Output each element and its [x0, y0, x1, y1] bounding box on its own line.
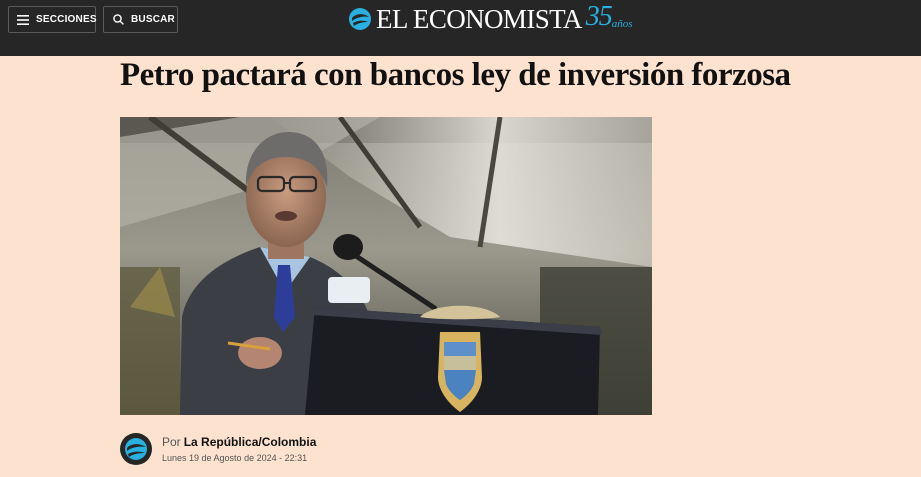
publish-date: Lunes 19 de Agosto de 2024 - 22:31	[162, 453, 308, 463]
search-label: BUSCAR	[131, 14, 175, 25]
logo-wordmark: EL ECONOMISTA	[376, 3, 582, 34]
anniversary-number: 35	[585, 1, 613, 32]
top-navigation-bar: SECCIONES BUSCAR EL ECONOMISTA 35 años	[0, 0, 921, 56]
anniversary-word: años	[611, 18, 633, 30]
byline-author[interactable]: La República/Colombia	[184, 435, 317, 449]
search-icon	[113, 14, 124, 25]
sections-menu-button[interactable]: SECCIONES	[8, 6, 97, 33]
search-button[interactable]: BUSCAR	[103, 6, 178, 33]
byline: Por La República/Colombia	[162, 435, 316, 449]
site-logo[interactable]: EL ECONOMISTA 35 años	[348, 1, 638, 35]
byline-prefix: Por	[162, 435, 181, 449]
hamburger-menu-icon	[17, 14, 29, 25]
el-economista-avatar-icon[interactable]	[120, 433, 152, 465]
article-headline: Petro pactará con bancos ley de inversió…	[120, 57, 791, 93]
anniversary-badge: 35 años	[585, 1, 638, 35]
article-photo	[120, 117, 652, 415]
sections-menu-label: SECCIONES	[36, 14, 97, 25]
el-economista-logo-icon	[348, 7, 372, 31]
